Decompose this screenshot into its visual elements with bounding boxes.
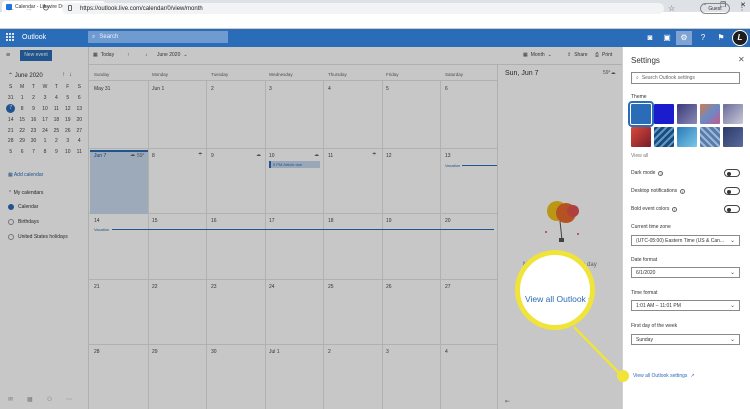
time-zone-dropdown[interactable]: (UTC-05:00) Eastern Time (US & Can... ⌄ <box>631 235 740 246</box>
theme-picker <box>628 101 743 147</box>
time-zone-label: Current time zone <box>631 224 671 230</box>
modal-dim-overlay <box>0 47 622 409</box>
chevron-down-icon: ⌄ <box>729 270 735 276</box>
date-format-value: 6/1/2020 <box>636 269 656 276</box>
help-icon[interactable]: ? <box>695 31 711 45</box>
time-zone-value: (UTC-05:00) Eastern Time (US & Can... <box>636 237 725 244</box>
bold-event-colors-label: Bold event colors <box>631 206 670 212</box>
search-icon: ⌕ <box>92 33 96 40</box>
settings-search-input[interactable]: ⌕ Search Outlook settings <box>631 72 740 84</box>
url-text: https://outlook.live.com/calendar/0/view… <box>80 5 203 12</box>
info-icon[interactable]: i <box>672 206 678 212</box>
date-format-dropdown[interactable]: 6/1/2020 ⌄ <box>631 267 740 278</box>
chevron-down-icon: ⌄ <box>729 337 735 343</box>
theme-swatch[interactable] <box>677 127 697 147</box>
search-input[interactable]: ⌕ Search <box>88 31 228 43</box>
theme-swatch[interactable] <box>628 101 654 127</box>
dark-mode-row: Dark mode i <box>631 170 664 176</box>
first-day-label: First day of the week <box>631 323 678 329</box>
theme-swatch[interactable] <box>723 127 743 147</box>
bookmark-star-icon[interactable]: ☆ <box>668 4 675 13</box>
browser-menu-icon[interactable]: ⋮ <box>738 3 746 12</box>
settings-search-placeholder: Search Outlook settings <box>641 75 695 81</box>
whats-new-icon[interactable]: ⚑ <box>713 31 729 45</box>
skype-icon[interactable]: ◙ <box>642 31 658 45</box>
callout-text: View all Outlook s <box>525 294 593 304</box>
time-format-label: Time format <box>631 290 658 296</box>
forward-icon[interactable]: → <box>24 3 33 13</box>
url-field[interactable]: https://outlook.live.com/calendar/0/view… <box>62 3 664 14</box>
bold-event-colors-toggle[interactable] <box>724 205 740 213</box>
first-day-dropdown[interactable]: Sunday ⌄ <box>631 334 740 345</box>
desktop-notifications-row: Desktop notifications i <box>631 188 686 194</box>
search-icon: ⌕ <box>636 75 639 81</box>
callout-dot <box>617 370 629 382</box>
theme-swatch[interactable] <box>677 104 697 124</box>
desktop-notifications-label: Desktop notifications <box>631 188 678 194</box>
magnified-callout: View all Outlook s <box>515 250 595 330</box>
theme-swatch[interactable] <box>631 127 651 147</box>
external-link-icon: ↗ <box>690 373 695 379</box>
dark-mode-label: Dark mode <box>631 170 656 176</box>
dark-mode-toggle[interactable] <box>724 169 740 177</box>
bold-event-colors-row: Bold event colors i <box>631 206 678 212</box>
chevron-down-icon: ⌄ <box>729 238 735 244</box>
theme-swatch[interactable] <box>654 127 674 147</box>
settings-title: Settings <box>631 56 660 65</box>
theme-label: Theme <box>631 94 647 100</box>
theme-swatch[interactable] <box>723 104 743 124</box>
theme-swatch[interactable] <box>700 127 720 147</box>
lock-icon <box>68 5 72 11</box>
time-format-dropdown[interactable]: 1:01 AM – 11:01 PM ⌄ <box>631 300 740 311</box>
view-all-themes-link[interactable]: View all <box>631 153 648 159</box>
view-all-settings-label: View all Outlook settings <box>633 373 688 379</box>
address-bar-row <box>0 12 750 29</box>
desktop-notifications-toggle[interactable] <box>724 187 740 195</box>
close-icon[interactable]: ✕ <box>738 55 745 64</box>
my-day-icon[interactable]: ▣ <box>659 31 675 45</box>
view-all-outlook-settings-link[interactable]: View all Outlook settings ↗ <box>633 373 695 379</box>
app-title[interactable]: Outlook <box>22 34 46 41</box>
reload-icon[interactable]: ↻ <box>42 3 50 14</box>
back-icon[interactable]: ← <box>6 3 15 13</box>
guest-profile-button[interactable]: Guest <box>700 3 730 14</box>
avatar[interactable]: L <box>732 30 748 46</box>
chevron-down-icon: ⌄ <box>729 303 735 309</box>
time-format-value: 1:01 AM – 11:01 PM <box>636 302 681 309</box>
settings-gear-icon[interactable]: ⚙ <box>676 31 692 45</box>
theme-swatch[interactable] <box>654 104 674 124</box>
app-launcher-icon[interactable] <box>6 33 14 41</box>
info-icon[interactable]: i <box>680 188 686 194</box>
first-day-value: Sunday <box>636 336 653 343</box>
search-placeholder: Search <box>99 34 119 40</box>
info-icon[interactable]: i <box>658 170 664 176</box>
date-format-label: Date format <box>631 257 658 263</box>
theme-swatch[interactable] <box>700 104 720 124</box>
